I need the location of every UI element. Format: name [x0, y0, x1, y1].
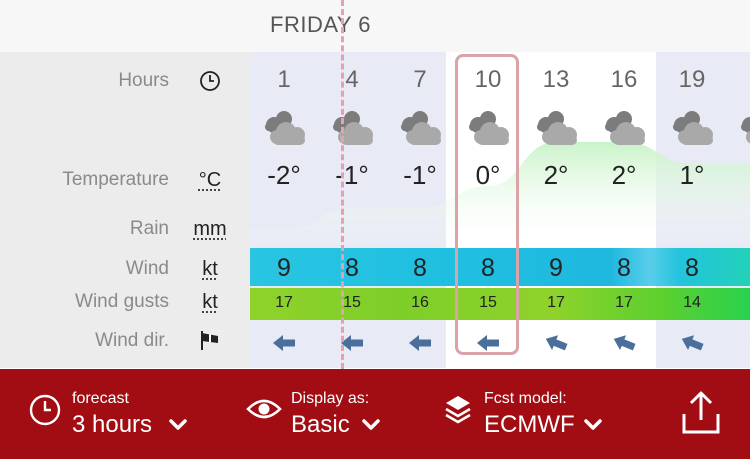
forecast-interval-caption: forecast [72, 390, 129, 407]
wind-gust-value: 15 [343, 294, 361, 311]
forecast-column[interactable]: 13 2° 9 17 [522, 52, 590, 368]
wind-direction-arrow-icon [679, 334, 705, 357]
day-header: FRIDAY 6 [0, 0, 750, 52]
wind-direction-arrow-icon [271, 334, 297, 357]
wind-gust-value: 15 [479, 294, 497, 311]
forecast-interval-selector[interactable]: forecast 3 hours [28, 369, 203, 459]
rain-unit[interactable]: mm [191, 218, 229, 241]
hour-label: 10 [474, 66, 502, 93]
forecast-interval-value: 3 hours [72, 411, 153, 438]
clock-icon [28, 393, 62, 432]
forecast-model-caption: Fcst model: [484, 390, 567, 407]
wind-gust-value: 17 [615, 294, 633, 311]
rain-value: 0 [726, 218, 750, 240]
temperature-value: -2° [267, 160, 301, 190]
forecast-grid: 1 -2° 9 17 4 -1° 8 15 7 -1° 8 16 10 0° 8 15 13 2° 9 17 16 2° 8… [250, 52, 750, 368]
wind-gust-value: 17 [275, 294, 293, 311]
windsock-icon [191, 328, 229, 358]
wind-unit[interactable]: kt [191, 258, 229, 281]
wind-value: 9 [277, 254, 291, 282]
temperature-value: 2° [611, 160, 637, 190]
bottom-bar: forecast 3 hours Display as: Basic Fcst … [0, 369, 750, 459]
current-time-line [341, 0, 344, 369]
temperature-value: 1° [679, 160, 705, 190]
hours-label: Hours [118, 70, 169, 91]
temperature-value: -1° [335, 160, 369, 190]
wind-direction-arrow-icon [475, 334, 501, 357]
day-label: FRIDAY 6 [270, 12, 371, 37]
wind-gust-value: 16 [411, 294, 429, 311]
forecast-column[interactable]: 7 -1° 8 16 [386, 52, 454, 368]
temperature-value: 2° [543, 160, 569, 190]
hour-label: 19 [678, 66, 706, 93]
cloudy-icon [599, 110, 649, 151]
wind-direction-arrow-icon [543, 334, 569, 357]
wind-gust-value: 17 [547, 294, 565, 311]
display-mode-value: Basic [291, 411, 350, 438]
wind-gusts-label: Wind gusts [75, 291, 169, 312]
forecast-column[interactable]: 19 1° 8 14 [658, 52, 726, 368]
layers-icon [443, 393, 473, 432]
temperature-label: Temperature [62, 169, 169, 190]
temperature-value: 1 [726, 160, 750, 191]
wind-value: 8 [345, 254, 359, 282]
cloudy-icon [395, 110, 445, 151]
wind-value: 8 [481, 254, 495, 282]
chevron-down-icon [168, 418, 188, 437]
forecast-column[interactable]: 16 2° 8 17 [590, 52, 658, 368]
forecast-column[interactable]: 2 1 0 [726, 52, 750, 368]
wind-direction-arrow-icon [407, 334, 433, 357]
cloudy-icon [531, 110, 581, 151]
row-label-panel: Hours Temperature °C Rain mm Wind kt Win… [0, 52, 250, 368]
wind-gust-value: 14 [683, 294, 701, 311]
hour-label: 7 [413, 66, 427, 93]
temperature-unit[interactable]: °C [191, 169, 229, 192]
wind-value: 9 [549, 254, 563, 282]
forecast-column[interactable]: 4 -1° 8 15 [318, 52, 386, 368]
share-icon [680, 390, 722, 441]
wind-direction-arrow-icon [611, 334, 637, 357]
hour-label: 2 [726, 66, 750, 94]
forecast-model-value: ECMWF [484, 411, 575, 438]
chevron-down-icon [583, 418, 603, 437]
wind-value: 8 [413, 254, 427, 282]
hour-label: 16 [610, 66, 638, 93]
wind-gusts-unit[interactable]: kt [191, 291, 229, 314]
cloudy-icon [463, 110, 513, 151]
wind-dir-label: Wind dir. [95, 330, 169, 351]
clock-icon [191, 70, 229, 98]
forecast-column[interactable]: 1 -2° 9 17 [250, 52, 318, 368]
cloudy-icon [259, 110, 309, 151]
display-mode-caption: Display as: [291, 390, 370, 407]
temperature-value: -1° [403, 160, 437, 190]
forecast-model-selector[interactable]: Fcst model: ECMWF [443, 369, 613, 459]
temperature-value: 0° [475, 160, 501, 190]
cloudy-icon [735, 110, 750, 151]
wind-value: 8 [685, 254, 699, 282]
display-mode-selector[interactable]: Display as: Basic [246, 369, 396, 459]
forecast-column[interactable]: 10 0° 8 15 [454, 52, 522, 368]
eye-icon [246, 396, 282, 427]
rain-label: Rain [129, 218, 169, 239]
wind-value: 8 [617, 254, 631, 282]
cloudy-icon [327, 110, 377, 151]
hour-label: 13 [542, 66, 570, 93]
cloudy-icon [667, 110, 717, 151]
hour-label: 4 [345, 66, 359, 93]
chevron-down-icon [361, 418, 381, 437]
share-button[interactable] [680, 369, 724, 459]
wind-label: Wind [125, 258, 169, 279]
hour-label: 1 [277, 66, 291, 93]
